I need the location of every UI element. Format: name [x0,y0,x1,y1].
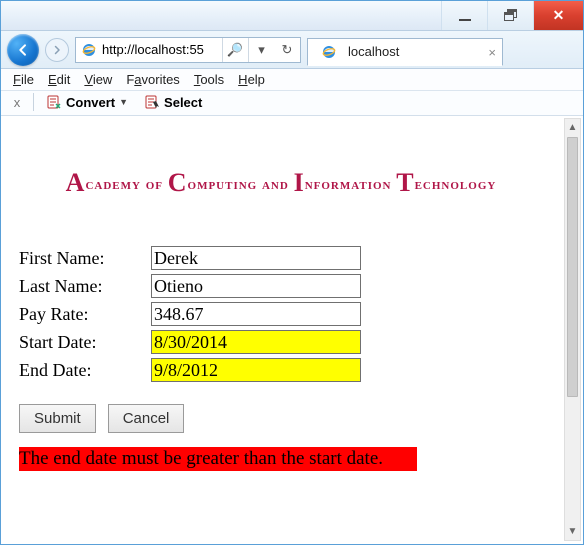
cancel-button[interactable]: Cancel [108,404,185,433]
search-button[interactable]: 🔍 [222,38,248,62]
submit-button[interactable]: Submit [19,404,96,433]
menu-file[interactable]: File [13,72,34,87]
label-pay-rate: Pay Rate: [19,304,151,325]
button-row: Submit Cancel [19,404,543,433]
menu-bar: File Edit View Favorites Tools Help [1,69,583,91]
window-titlebar: ✕ [1,1,583,31]
convert-icon [46,94,62,110]
label-last-name: Last Name: [19,276,151,297]
row-start-date: Start Date: [19,330,543,354]
tab-close-button[interactable]: × [488,45,496,60]
toolbar: x Convert ▼ Select [1,91,583,116]
label-end-date: End Date: [19,360,151,381]
last-name-field[interactable] [151,274,361,298]
menu-edit[interactable]: Edit [48,72,70,87]
browser-tab[interactable]: localhost × [307,38,503,66]
row-pay-rate: Pay Rate: [19,302,543,326]
menu-tools[interactable]: Tools [194,72,224,87]
convert-label: Convert [66,95,115,110]
arrow-left-icon [15,42,31,58]
url-input[interactable] [102,42,222,57]
label-start-date: Start Date: [19,332,151,353]
validation-error: The end date must be greater than the st… [19,447,417,471]
row-first-name: First Name: [19,246,543,270]
label-first-name: First Name: [19,248,151,269]
browser-navbar: 🔍 ▾ ↻ localhost × [1,31,583,69]
toolbar-close[interactable]: x [9,95,25,110]
vertical-scrollbar[interactable]: ▲ ▼ [564,118,581,541]
select-button[interactable]: Select [140,93,206,111]
url-dropdown[interactable]: ▾ [248,38,274,62]
tab-title: localhost [348,44,399,59]
close-icon: ✕ [553,7,565,24]
address-bar[interactable]: 🔍 ▾ ↻ [75,37,301,63]
menu-view[interactable]: View [84,72,112,87]
scroll-down-button[interactable]: ▼ [565,523,580,540]
select-icon [144,94,160,110]
forward-button[interactable] [45,38,69,62]
refresh-button[interactable]: ↻ [274,38,300,62]
first-name-field[interactable] [151,246,361,270]
menu-favorites[interactable]: Favorites [126,72,179,87]
content-viewport: Academy of Computing and Information Tec… [1,116,583,543]
toolbar-divider [33,93,34,111]
search-icon: 🔍 [227,42,243,58]
end-date-field[interactable] [151,358,361,382]
menu-help[interactable]: Help [238,72,265,87]
convert-button[interactable]: Convert ▼ [42,93,132,111]
scroll-thumb[interactable] [567,137,578,397]
refresh-icon: ↻ [282,42,293,58]
select-label: Select [164,95,202,110]
row-end-date: End Date: [19,358,543,382]
back-button[interactable] [7,34,39,66]
ie-icon [80,41,98,59]
window-minimize-button[interactable] [441,1,487,30]
arrow-right-icon [51,44,63,56]
window-close-button[interactable]: ✕ [533,1,583,30]
scroll-up-button[interactable]: ▲ [565,119,580,136]
ie-icon [320,43,338,61]
academy-title: Academy of Computing and Information Tec… [66,168,497,198]
start-date-field[interactable] [151,330,361,354]
page-body: Academy of Computing and Information Tec… [1,116,561,489]
titlebar-spacer [1,1,441,30]
page-heading: Academy of Computing and Information Tec… [19,168,543,198]
chevron-down-icon: ▼ [119,97,128,107]
pay-rate-field[interactable] [151,302,361,326]
row-last-name: Last Name: [19,274,543,298]
window-maximize-button[interactable] [487,1,533,30]
chevron-down-icon: ▾ [258,42,265,58]
